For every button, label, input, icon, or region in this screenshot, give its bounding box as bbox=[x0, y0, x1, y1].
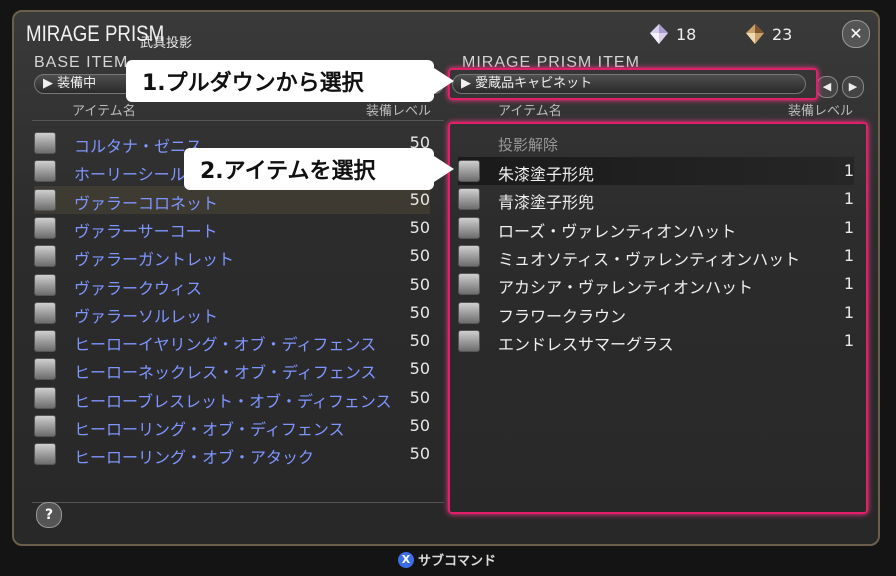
item-level: 50 bbox=[409, 331, 430, 351]
close-icon: ✕ bbox=[849, 24, 863, 43]
item-name: ヴァラーソルレット bbox=[74, 306, 219, 326]
base-item-row[interactable]: ヴァラーガントレット 50 bbox=[34, 242, 430, 270]
crystal-icon bbox=[650, 24, 668, 44]
item-level: 50 bbox=[409, 274, 430, 294]
currency-crystal-2: 23 bbox=[746, 24, 792, 44]
dropdown-highlight-box bbox=[448, 68, 818, 100]
base-item-dropdown-value: 装備中 bbox=[57, 76, 97, 91]
callout-step1: 1.プルダウンから選択 bbox=[126, 60, 454, 102]
base-item-row[interactable]: ヒーローネックレス・オブ・ディフェンス 50 bbox=[34, 355, 430, 383]
item-icon bbox=[34, 358, 56, 381]
item-level: 50 bbox=[409, 189, 430, 209]
right-col-level: 装備レベル bbox=[788, 104, 854, 119]
left-header-divider bbox=[32, 120, 444, 121]
item-name: ヴァラークウィス bbox=[74, 278, 203, 298]
next-page-button[interactable]: ▶ bbox=[842, 76, 864, 98]
item-name: ヴァラーサーコート bbox=[74, 221, 218, 241]
item-name: ヒーローブレスレット・オブ・ディフェンス bbox=[74, 391, 392, 411]
currency-crystal-1: 18 bbox=[650, 24, 696, 44]
item-level: 50 bbox=[409, 302, 430, 322]
left-footer-divider bbox=[32, 502, 444, 503]
base-item-row[interactable]: ヴァラーソルレット 50 bbox=[34, 299, 430, 327]
item-icon bbox=[34, 330, 56, 353]
item-icon bbox=[34, 273, 56, 296]
item-icon bbox=[34, 132, 56, 154]
item-name: ヒーローイヤリング・オブ・ディフェンス bbox=[74, 335, 377, 355]
subcommand-label: サブコマンド bbox=[418, 554, 497, 569]
item-icon bbox=[34, 160, 56, 183]
callout-step2: 2.アイテムを選択 bbox=[184, 148, 454, 190]
cluster-icon bbox=[746, 24, 764, 44]
base-item-row[interactable]: ヴァラーサーコート 50 bbox=[34, 214, 430, 242]
item-icon bbox=[34, 386, 56, 409]
arrow-right-icon: ▶ bbox=[848, 80, 858, 93]
item-level: 50 bbox=[409, 359, 430, 379]
window-subtitle: 武具投影 bbox=[140, 36, 193, 51]
item-level: 50 bbox=[409, 444, 430, 464]
left-col-level: 装備レベル bbox=[366, 104, 432, 119]
base-item-row[interactable]: ヒーローイヤリング・オブ・ディフェンス 50 bbox=[34, 327, 430, 355]
item-icon bbox=[34, 443, 56, 466]
left-col-name: アイテム名 bbox=[72, 104, 136, 119]
base-item-row[interactable]: ヒーローブレスレット・オブ・ディフェンス 50 bbox=[34, 384, 430, 412]
help-icon: ? bbox=[44, 507, 54, 523]
currency-count-2: 23 bbox=[772, 24, 793, 44]
arrow-left-icon: ◀ bbox=[822, 80, 832, 93]
item-icon bbox=[34, 188, 56, 211]
item-name: ヴァラーガントレット bbox=[74, 250, 235, 270]
title-bar: MIRAGE PRISM 武具投影 18 23 ✕ bbox=[14, 12, 878, 52]
item-icon bbox=[34, 301, 56, 324]
base-item-row[interactable]: ヒーローリング・オブ・ディフェンス 50 bbox=[34, 412, 430, 440]
dropdown-arrow-icon: ▶ bbox=[43, 76, 58, 91]
item-icon bbox=[34, 415, 56, 437]
item-level: 50 bbox=[409, 246, 430, 266]
item-level: 50 bbox=[409, 387, 430, 407]
x-button-icon: X bbox=[398, 551, 414, 568]
item-list-highlight-box bbox=[448, 122, 868, 514]
currency-count-1: 18 bbox=[676, 24, 697, 44]
item-icon bbox=[34, 216, 56, 239]
base-item-row[interactable]: ヴァラークウィス 50 bbox=[34, 271, 430, 299]
prev-page-button[interactable]: ◀ bbox=[816, 76, 838, 98]
right-col-name: アイテム名 bbox=[498, 104, 562, 119]
base-item-row[interactable]: ヒーローリング・オブ・アタック 50 bbox=[34, 440, 430, 468]
item-name: ヒーローリング・オブ・ディフェンス bbox=[74, 420, 345, 439]
item-name: ヒーローリング・オブ・アタック bbox=[74, 448, 315, 468]
item-name: ヒーローネックレス・オブ・ディフェンス bbox=[74, 363, 377, 383]
base-item-header: BASE ITEM bbox=[34, 54, 129, 71]
close-button[interactable]: ✕ bbox=[842, 20, 870, 48]
subcommand-hint[interactable]: X サブコマンド bbox=[398, 550, 496, 569]
item-level: 50 bbox=[409, 217, 430, 237]
item-level: 50 bbox=[409, 416, 430, 435]
item-icon bbox=[34, 245, 56, 268]
help-button[interactable]: ? bbox=[36, 502, 62, 528]
item-name: ヴァラーコロネット bbox=[74, 193, 219, 213]
item-name: コルタナ・ゼニス bbox=[74, 137, 203, 156]
